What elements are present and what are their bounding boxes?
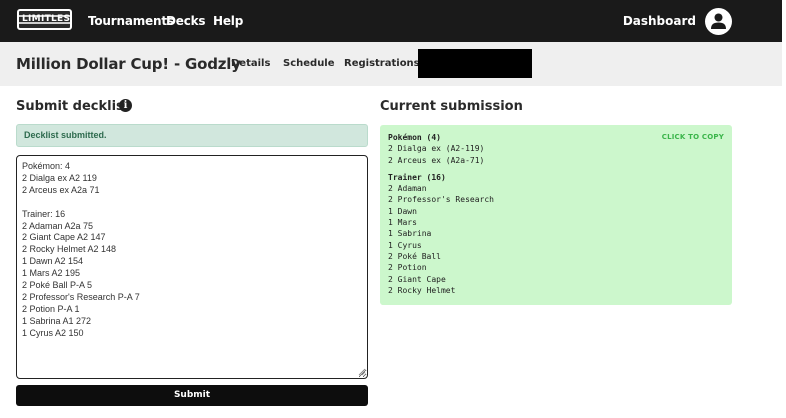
card-line: 2 Arceus ex (A2a-71) — [388, 155, 485, 165]
submit-button[interactable]: Submit — [16, 385, 368, 406]
logo-text: LIMITLESS — [22, 14, 72, 24]
card-line: 1 Mars — [388, 218, 417, 228]
user-menu-button[interactable] — [705, 8, 732, 35]
decklist-textarea[interactable]: Pokémon: 4 2 Dialga ex A2 119 2 Arceus e… — [16, 155, 368, 379]
card-line: 1 Cyrus — [388, 240, 422, 250]
card-line: 2 Potion — [388, 263, 427, 273]
success-alert-text: Decklist submitted. — [24, 130, 107, 140]
card-line: 2 Professor's Research — [388, 195, 494, 205]
nav-link-decks[interactable]: Decks — [166, 14, 206, 28]
card-line: 2 Giant Cape — [388, 274, 446, 284]
top-navbar: LIMITLESS Tournaments Decks Help Dashboa… — [0, 0, 782, 42]
current-submission-title: Current submission — [380, 99, 523, 114]
limitless-logo[interactable]: LIMITLESS — [17, 9, 72, 30]
submit-decklist-title: Submit decklist — [16, 99, 131, 114]
current-submission-panel[interactable]: CLICK TO COPY Pokémon (4) 2 Dialga ex (A… — [380, 125, 732, 305]
tournament-header: Million Dollar Cup! - Godzly Details Sch… — [0, 42, 782, 86]
card-line: 1 Dawn — [388, 206, 417, 216]
card-line: 2 Dialga ex (A2-119) — [388, 144, 485, 154]
resize-grip-icon[interactable] — [358, 368, 366, 376]
nav-link-tournaments[interactable]: Tournaments — [88, 14, 174, 28]
user-icon — [711, 13, 726, 29]
submission-list: Pokémon (4) 2 Dialga ex (A2-119) 2 Arceu… — [388, 132, 494, 296]
success-alert: Decklist submitted. — [16, 124, 368, 147]
nav-link-help[interactable]: Help — [213, 14, 243, 28]
redacted-block — [418, 49, 532, 78]
card-line: 1 Sabrina — [388, 229, 432, 239]
tab-registrations[interactable]: Registrations — [344, 58, 420, 70]
info-icon[interactable]: i — [119, 99, 132, 112]
tab-details[interactable]: Details — [231, 58, 270, 70]
card-line: 2 Rocky Helmet — [388, 285, 456, 295]
group-heading-trainer: Trainer (16) — [388, 172, 446, 182]
tab-schedule[interactable]: Schedule — [283, 58, 335, 70]
click-to-copy-link[interactable]: CLICK TO COPY — [662, 133, 724, 142]
nav-link-dashboard[interactable]: Dashboard — [623, 14, 696, 28]
group-heading-pokemon: Pokémon (4) — [388, 133, 441, 142]
tournament-name: Million Dollar Cup! - Godzly — [16, 55, 241, 73]
card-line: 2 Adaman — [388, 184, 427, 194]
card-line: 2 Poké Ball — [388, 251, 441, 261]
